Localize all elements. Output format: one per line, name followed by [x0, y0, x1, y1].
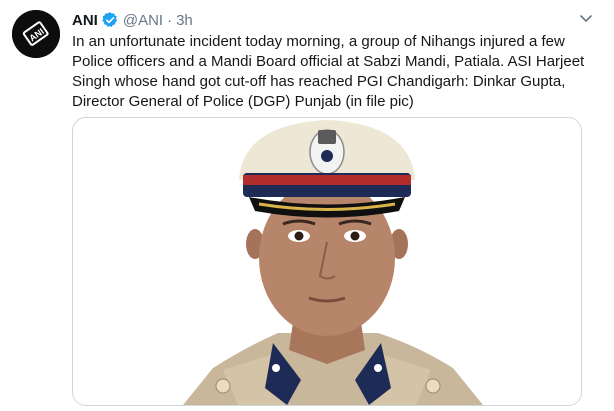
tweet-card[interactable]: ANI ANI @ANI · 3h In an unfortunate inci… — [0, 0, 614, 411]
tweet-media[interactable] — [72, 117, 582, 406]
police-officer-photo — [73, 118, 581, 405]
verified-badge-icon — [101, 11, 119, 29]
separator-dot: · — [167, 11, 173, 29]
avatar[interactable]: ANI — [12, 10, 60, 58]
chevron-down-icon[interactable] — [578, 10, 594, 26]
tweet-text: In an unfortunate incident today morning… — [72, 33, 585, 110]
ani-logo: ANI — [12, 10, 60, 58]
author-name[interactable]: ANI — [72, 12, 98, 29]
tweet-header: ANI @ANI · 3h — [72, 10, 193, 30]
author-handle[interactable]: @ANI — [123, 12, 163, 29]
tweet-timestamp[interactable]: 3h — [176, 12, 193, 29]
